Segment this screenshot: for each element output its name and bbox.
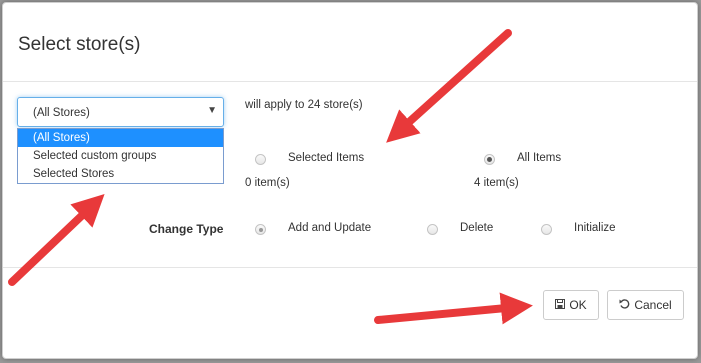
arrow-to-dropdown — [8, 193, 105, 286]
arrow-to-ok-button — [374, 292, 533, 325]
annotation-arrows — [8, 29, 533, 325]
arrow-to-selected-items — [386, 29, 512, 143]
